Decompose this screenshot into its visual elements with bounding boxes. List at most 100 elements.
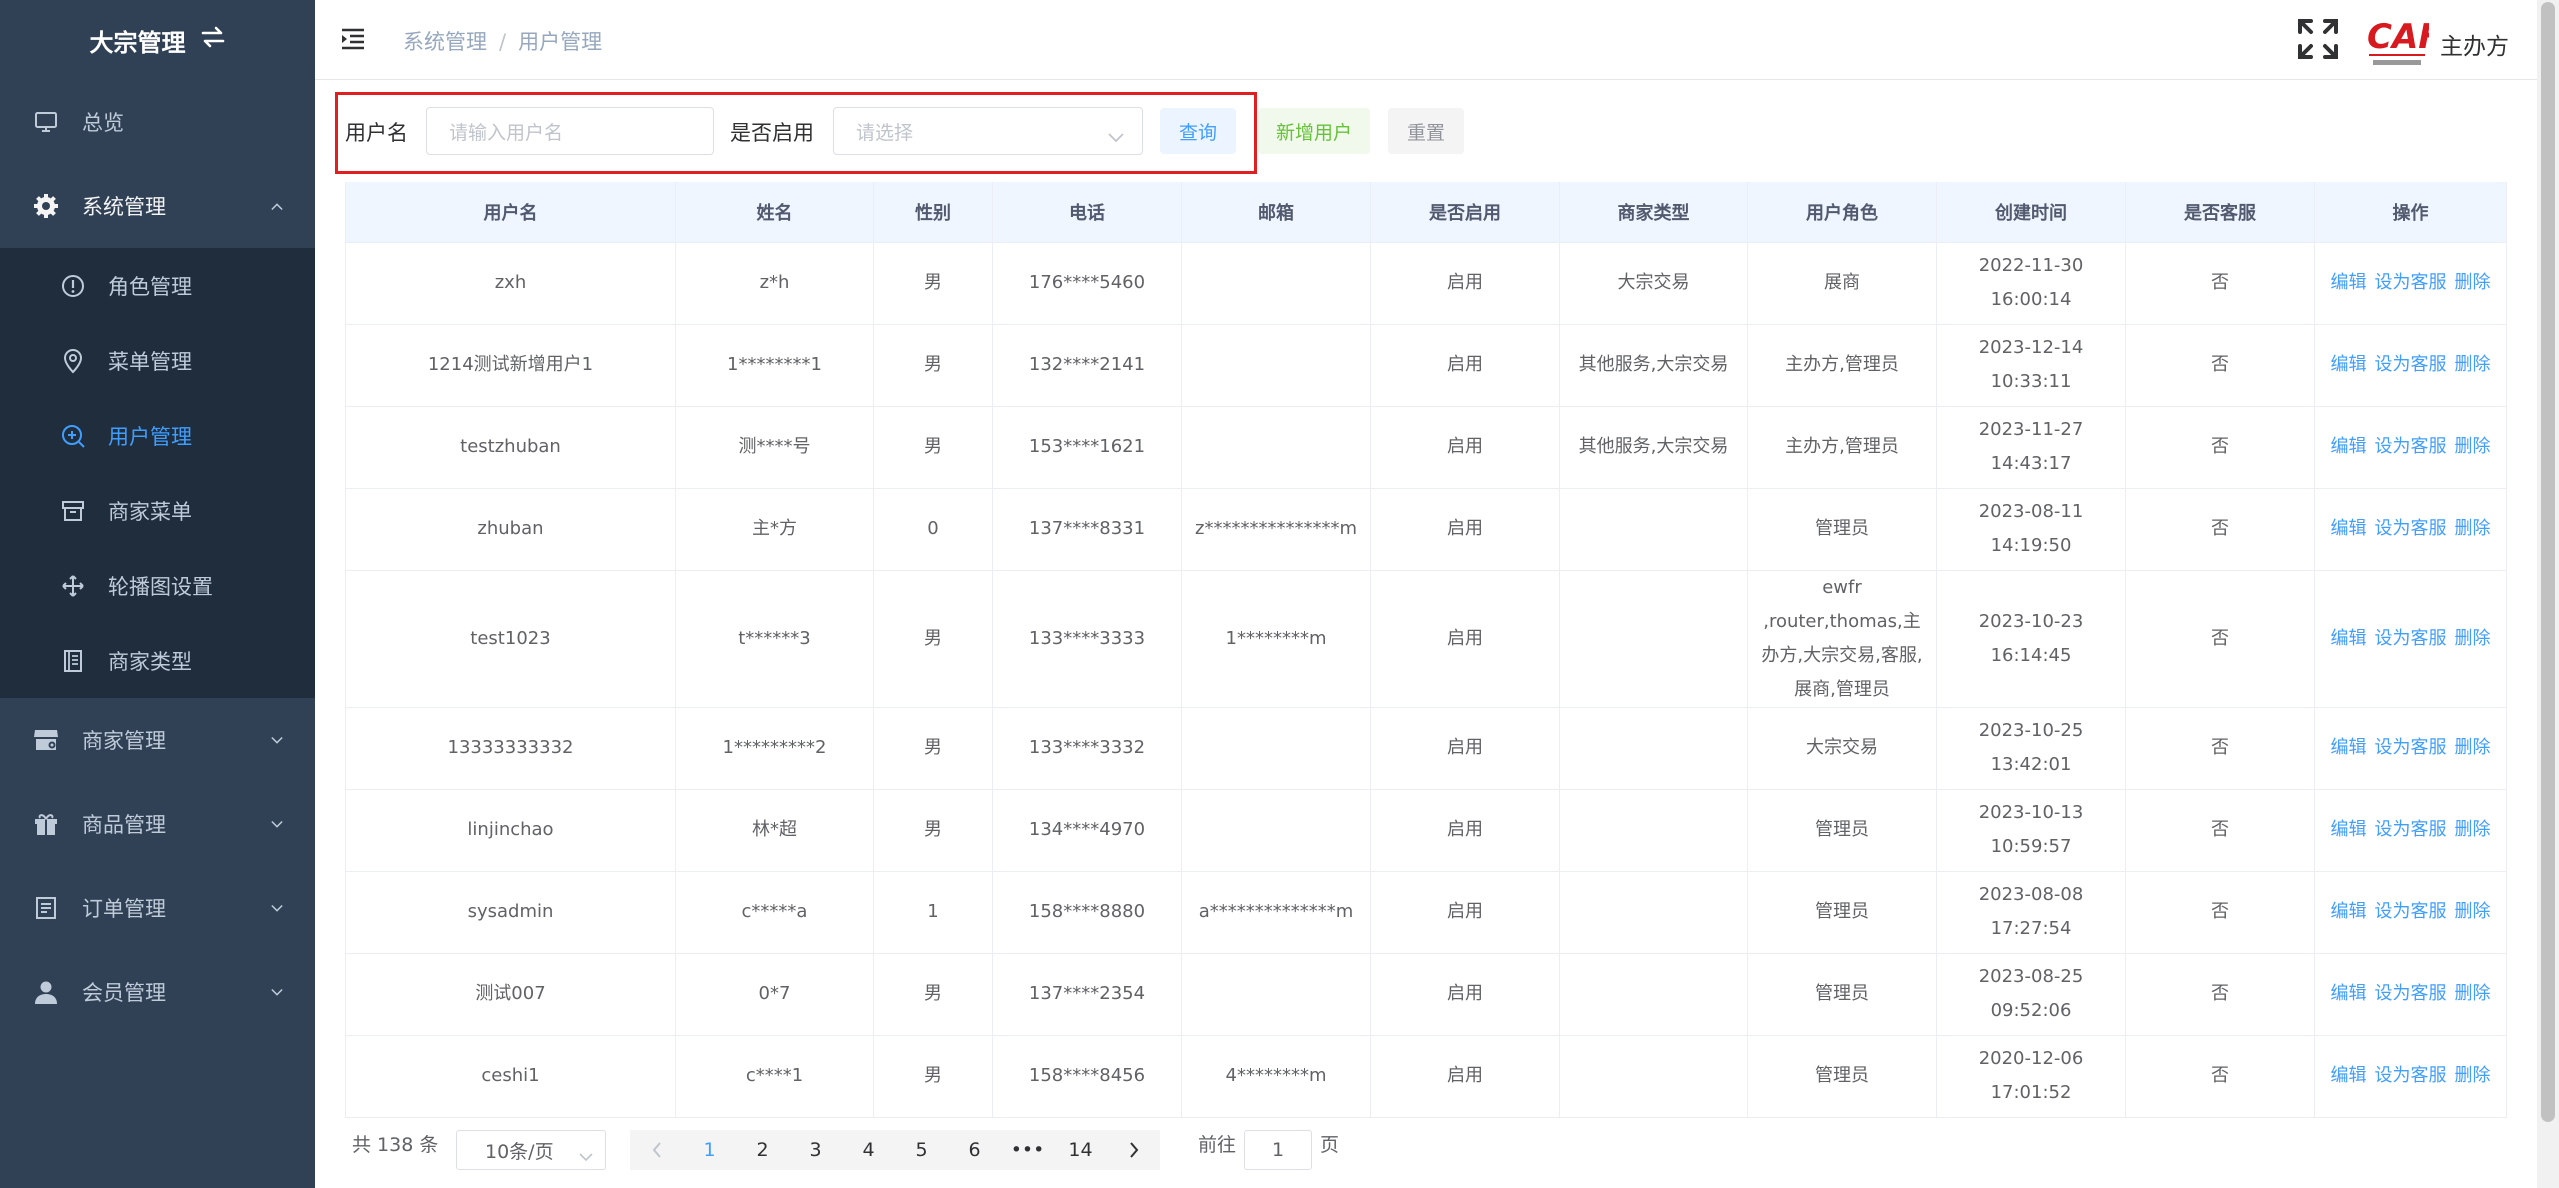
scrollbar[interactable] — [2537, 0, 2559, 1188]
page-number[interactable]: 5 — [895, 1130, 948, 1170]
table-cell: zhuban — [345, 488, 676, 571]
edit-link[interactable]: 编辑 — [2331, 272, 2367, 293]
delete-link[interactable]: 删除 — [2455, 983, 2491, 1004]
page-number[interactable]: 14 — [1054, 1130, 1107, 1170]
reset-button[interactable]: 重置 — [1388, 108, 1464, 154]
table-cell: 管理员 — [1747, 1035, 1937, 1118]
set-service-link[interactable]: 设为客服 — [2375, 272, 2447, 293]
sidebar-item-orders[interactable]: 订单管理 — [0, 866, 315, 950]
edit-link[interactable]: 编辑 — [2331, 983, 2367, 1004]
sidebar-item-menu[interactable]: 菜单管理 — [0, 323, 315, 398]
more-pages[interactable]: ••• — [1001, 1130, 1054, 1170]
delete-link[interactable]: 删除 — [2455, 901, 2491, 922]
sidebar-item-system[interactable]: 系统管理 — [0, 164, 315, 248]
table-cell: 158****8456 — [992, 1035, 1182, 1118]
actions-cell: 编辑 设为客服 删除 — [2314, 570, 2507, 708]
table-cell: 大宗交易 — [1559, 242, 1748, 325]
table-cell: ewfr ,router,thomas,主办方,大宗交易,客服,展商,管理员 — [1747, 570, 1937, 708]
chevron-right-icon — [1129, 1142, 1138, 1158]
delete-link[interactable]: 删除 — [2455, 628, 2491, 649]
sidebar-item-role[interactable]: 角色管理 — [0, 248, 315, 323]
actions-cell: 编辑 设为客服 删除 — [2314, 953, 2507, 1036]
actions-cell: 编辑 设为客服 删除 — [2314, 406, 2507, 489]
table-row: 1214测试新增用户1 1********1 男 132****2141 启用 其他服务,… — [345, 324, 2507, 407]
table-cell: 男 — [873, 1035, 993, 1118]
table-cell: test1023 — [345, 570, 676, 708]
edit-link[interactable]: 编辑 — [2331, 436, 2367, 457]
menu-fold-icon[interactable] — [340, 27, 366, 53]
table-row: zhuban 主*方 0 137****8331 z***************m 启用… — [345, 488, 2507, 571]
delete-link[interactable]: 删除 — [2455, 272, 2491, 293]
table-cell: 133****3332 — [992, 707, 1182, 790]
page-size-select[interactable]: 10条/页 — [456, 1130, 606, 1170]
page-number[interactable]: 6 — [948, 1130, 1001, 1170]
delete-link[interactable]: 删除 — [2455, 518, 2491, 539]
pagination: 1 2 3 4 5 6 ••• 14 — [630, 1130, 1160, 1170]
sidebar-item-label: 总览 — [82, 111, 124, 135]
set-service-link[interactable]: 设为客服 — [2375, 983, 2447, 1004]
sidebar-subitem-label: 轮播图设置 — [108, 574, 213, 599]
delete-link[interactable]: 删除 — [2455, 737, 2491, 758]
sidebar-item-merchant[interactable]: 商家管理 — [0, 698, 315, 782]
table-cell: 137****8331 — [992, 488, 1182, 571]
next-page-button[interactable] — [1107, 1130, 1160, 1170]
chevron-down-icon — [579, 1145, 593, 1167]
edit-link[interactable]: 编辑 — [2331, 901, 2367, 922]
edit-link[interactable]: 编辑 — [2331, 819, 2367, 840]
zoom-in-icon — [60, 423, 86, 449]
caf-logo: CAF — [2365, 14, 2442, 70]
sidebar-item-carousel[interactable]: 轮播图设置 — [0, 548, 315, 623]
top-navbar: 系统管理 / 用户管理 CAF 主办方 — [315, 0, 2559, 80]
set-service-link[interactable]: 设为客服 — [2375, 354, 2447, 375]
monitor-icon — [32, 108, 60, 136]
table-cell: 其他服务,大宗交易 — [1559, 406, 1748, 489]
org-name[interactable]: 主办方 — [2440, 27, 2509, 61]
set-service-link[interactable]: 设为客服 — [2375, 436, 2447, 457]
table-cell: 1214测试新增用户1 — [345, 324, 676, 407]
table-cell — [1559, 953, 1748, 1036]
page-number[interactable]: 4 — [842, 1130, 895, 1170]
table-cell: 管理员 — [1747, 789, 1937, 872]
goto-page-input[interactable]: 1 — [1244, 1130, 1312, 1170]
chevron-down-icon — [271, 902, 283, 914]
username-input[interactable]: 请输入用户名 — [426, 107, 714, 155]
page-number[interactable]: 1 — [683, 1130, 736, 1170]
sidebar-item-members[interactable]: 会员管理 — [0, 950, 315, 1034]
table-cell: sysadmin — [345, 871, 676, 954]
table-row: 测试007 0*7 男 137****2354 启用 管理员 2023-08-25 09:5… — [345, 953, 2507, 1036]
set-service-link[interactable]: 设为客服 — [2375, 819, 2447, 840]
delete-link[interactable]: 删除 — [2455, 354, 2491, 375]
breadcrumb-item[interactable]: 系统管理 — [403, 30, 487, 54]
sidebar-item-merchant-menu[interactable]: 商家菜单 — [0, 473, 315, 548]
edit-link[interactable]: 编辑 — [2331, 1065, 2367, 1086]
goto-prefix: 前往 — [1198, 1134, 1237, 1156]
add-user-button[interactable]: 新增用户 — [1258, 108, 1370, 154]
prev-page-button[interactable] — [630, 1130, 683, 1170]
delete-link[interactable]: 删除 — [2455, 819, 2491, 840]
scrollbar-thumb[interactable] — [2541, 2, 2555, 1122]
fullscreen-icon[interactable] — [2297, 18, 2339, 60]
set-service-link[interactable]: 设为客服 — [2375, 737, 2447, 758]
actions-cell: 编辑 设为客服 删除 — [2314, 488, 2507, 571]
edit-link[interactable]: 编辑 — [2331, 628, 2367, 649]
sidebar-item-overview[interactable]: 总览 — [0, 80, 315, 164]
sidebar-item-user[interactable]: 用户管理 — [0, 398, 315, 473]
set-service-link[interactable]: 设为客服 — [2375, 628, 2447, 649]
delete-link[interactable]: 删除 — [2455, 1065, 2491, 1086]
sidebar-item-merchant-type[interactable]: 商家类型 — [0, 623, 315, 698]
page-number[interactable]: 3 — [789, 1130, 842, 1170]
enabled-placeholder: 请选择 — [856, 121, 914, 144]
set-service-link[interactable]: 设为客服 — [2375, 518, 2447, 539]
set-service-link[interactable]: 设为客服 — [2375, 1065, 2447, 1086]
set-service-link[interactable]: 设为客服 — [2375, 901, 2447, 922]
sidebar-item-goods[interactable]: 商品管理 — [0, 782, 315, 866]
enabled-select[interactable]: 请选择 — [833, 107, 1143, 155]
edit-link[interactable]: 编辑 — [2331, 354, 2367, 375]
page-number[interactable]: 2 — [736, 1130, 789, 1170]
edit-link[interactable]: 编辑 — [2331, 518, 2367, 539]
edit-link[interactable]: 编辑 — [2331, 737, 2367, 758]
delete-link[interactable]: 删除 — [2455, 436, 2491, 457]
chevron-up-icon — [271, 200, 283, 212]
switch-icon[interactable] — [200, 25, 226, 55]
search-button[interactable]: 查询 — [1160, 108, 1236, 154]
